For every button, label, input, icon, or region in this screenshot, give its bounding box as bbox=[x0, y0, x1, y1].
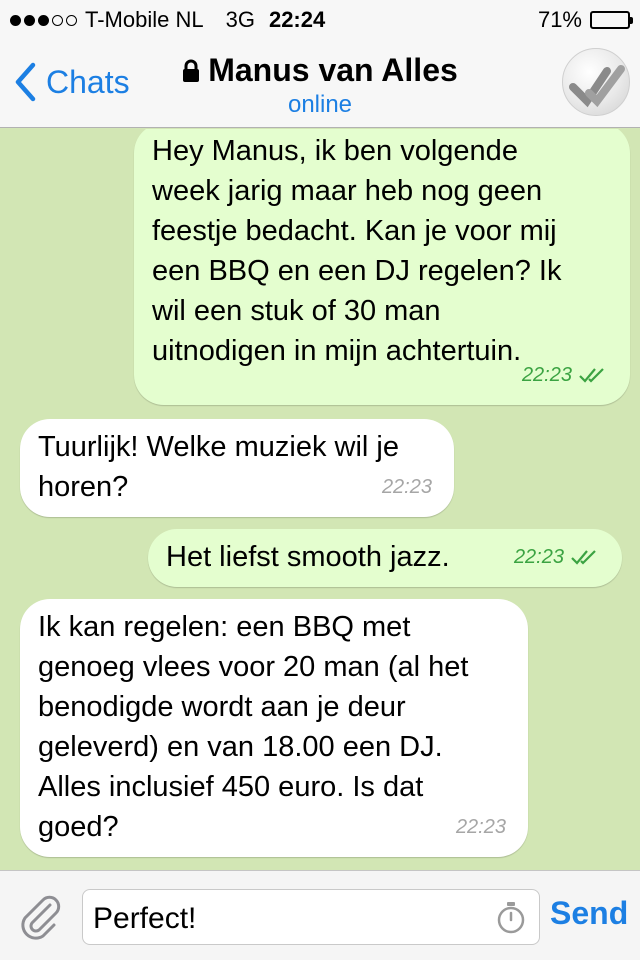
clock: 22:24 bbox=[268, 7, 326, 32]
message-bubble[interactable]: Het liefst smooth jazz. 22:23 bbox=[148, 529, 622, 587]
message-bubble[interactable]: Ik kan regelen: een BBQ met genoeg vlees… bbox=[20, 599, 528, 857]
battery-percent: 71% bbox=[537, 7, 582, 32]
battery-icon bbox=[590, 11, 633, 29]
chat-title-area[interactable]: Manus van Alles online bbox=[170, 52, 470, 119]
double-check-icon bbox=[571, 550, 596, 565]
double-check-icon bbox=[569, 65, 625, 108]
message-time: 22:23 bbox=[455, 816, 506, 838]
double-check-icon bbox=[579, 368, 604, 383]
message-time: 22:23 bbox=[521, 364, 572, 386]
status-bar: T-Mobile NL 3G 22:24 71% bbox=[0, 0, 640, 40]
message-meta: 22:23 bbox=[382, 467, 432, 507]
message-input-bar: Perfect! Send bbox=[0, 870, 640, 960]
chat-header: Chats Manus van Alles online bbox=[0, 40, 640, 128]
message-meta: 22:23 bbox=[522, 355, 608, 395]
message-time: 22:23 bbox=[513, 546, 564, 568]
avatar[interactable] bbox=[562, 48, 630, 116]
back-button[interactable]: Chats bbox=[14, 62, 130, 102]
message-meta: 22:23 bbox=[514, 537, 600, 577]
timer-icon[interactable] bbox=[496, 901, 526, 935]
message-text: Ik kan regelen: een BBQ met genoeg vlees… bbox=[38, 611, 469, 843]
chat-title: Manus van Alles bbox=[208, 52, 458, 88]
message-input-value: Perfect! bbox=[93, 902, 197, 935]
battery-indicator: 71% bbox=[537, 7, 633, 33]
message-time: 22:23 bbox=[381, 476, 432, 498]
network-type: 3G bbox=[225, 7, 255, 32]
lock-icon bbox=[183, 59, 200, 82]
paperclip-icon[interactable] bbox=[16, 891, 62, 941]
message-list[interactable]: Hey Manus, ik ben volgende week jarig ma… bbox=[0, 129, 640, 870]
carrier-name: T-Mobile NL bbox=[85, 7, 204, 32]
message-text: Hey Manus, ik ben volgende week jarig ma… bbox=[152, 135, 562, 367]
signal-strength-icon bbox=[10, 14, 77, 26]
message-text: Tuurlijk! Welke muziek wil je horen? bbox=[38, 431, 399, 503]
back-label: Chats bbox=[46, 63, 130, 100]
chevron-left-icon bbox=[15, 62, 36, 102]
message-bubble[interactable]: Hey Manus, ik ben volgende week jarig ma… bbox=[134, 129, 630, 405]
message-meta: 22:23 bbox=[456, 807, 506, 847]
message-input[interactable]: Perfect! bbox=[82, 889, 540, 945]
message-bubble[interactable]: Tuurlijk! Welke muziek wil je horen? 22:… bbox=[20, 419, 454, 517]
online-status: online bbox=[287, 91, 353, 118]
send-button[interactable]: Send bbox=[550, 895, 628, 932]
